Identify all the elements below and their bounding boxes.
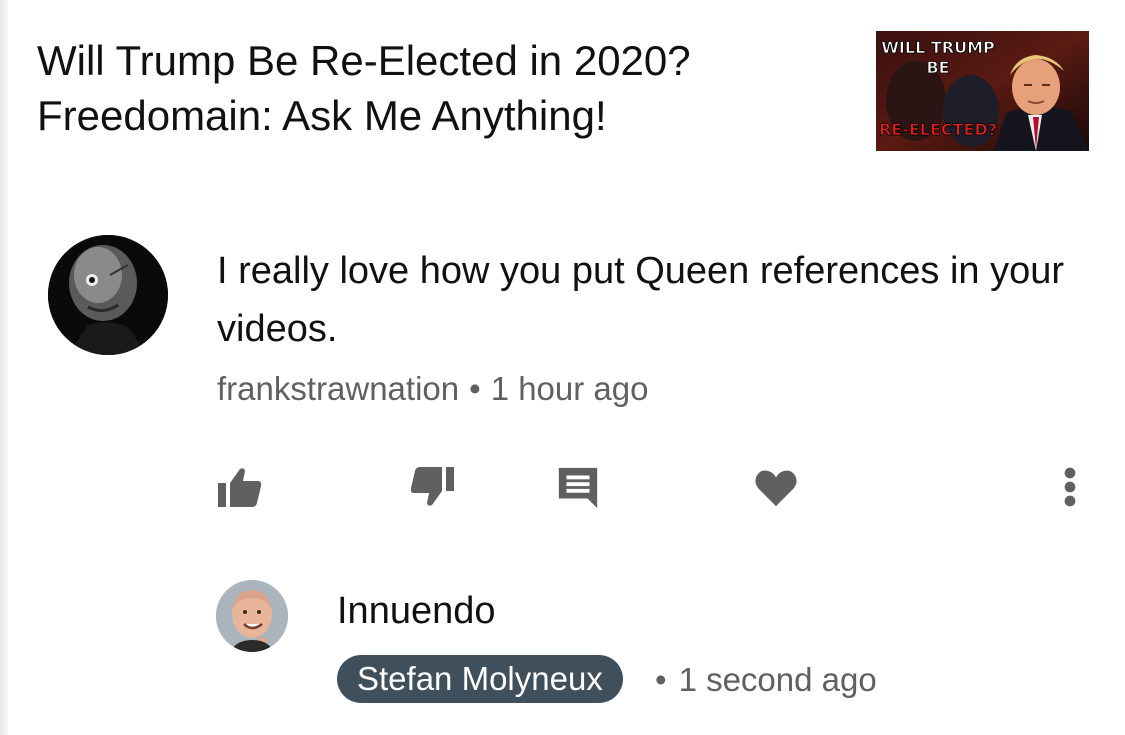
reply-author-avatar[interactable] xyxy=(216,580,288,652)
reply-meta: • 1 second ago xyxy=(655,658,877,702)
video-title-line2: Freedomain: Ask Me Anything! xyxy=(37,92,607,139)
left-edge-shadow xyxy=(0,0,8,735)
reply-meta-separator: • xyxy=(655,661,667,698)
more-vertical-icon xyxy=(1064,467,1076,507)
comment-meta: frankstrawnation • 1 hour ago xyxy=(217,370,649,408)
like-button[interactable] xyxy=(212,462,268,512)
reply-time: 1 second ago xyxy=(678,661,877,698)
more-options-button[interactable] xyxy=(1046,462,1094,512)
heart-button[interactable] xyxy=(748,462,804,512)
avatar-image xyxy=(48,235,168,355)
comment-author[interactable]: frankstrawnation xyxy=(217,370,459,407)
reply-author-badge[interactable]: Stefan Molyneux xyxy=(337,655,623,703)
thumbnail-text-line2: BE xyxy=(926,58,949,77)
meta-separator: • xyxy=(469,370,481,407)
reply-avatar-image xyxy=(216,580,288,652)
thumbnail-text-line1: WILL TRUMP xyxy=(881,38,995,57)
comment-time: 1 hour ago xyxy=(490,370,649,407)
video-title-line1: Will Trump Be Re-Elected in 2020? xyxy=(37,37,691,84)
video-title[interactable]: Will Trump Be Re-Elected in 2020? Freedo… xyxy=(37,33,827,143)
video-thumbnail[interactable]: WILL TRUMP BE RE-ELECTED? xyxy=(876,31,1089,151)
thumbnail-image: WILL TRUMP BE RE-ELECTED? xyxy=(876,31,1089,151)
thumbnail-text-line3: RE-ELECTED? xyxy=(879,120,997,139)
comment-text: I really love how you put Queen referenc… xyxy=(217,250,1065,350)
thumbs-down-icon xyxy=(410,467,454,506)
thumbs-up-icon xyxy=(218,468,262,507)
commenter-avatar[interactable] xyxy=(48,235,168,355)
heart-icon xyxy=(755,470,797,507)
dislike-button[interactable] xyxy=(404,462,460,512)
reply-comment-icon xyxy=(558,467,598,509)
reply-text: Innuendo xyxy=(337,590,496,632)
reply-button[interactable] xyxy=(550,462,606,512)
